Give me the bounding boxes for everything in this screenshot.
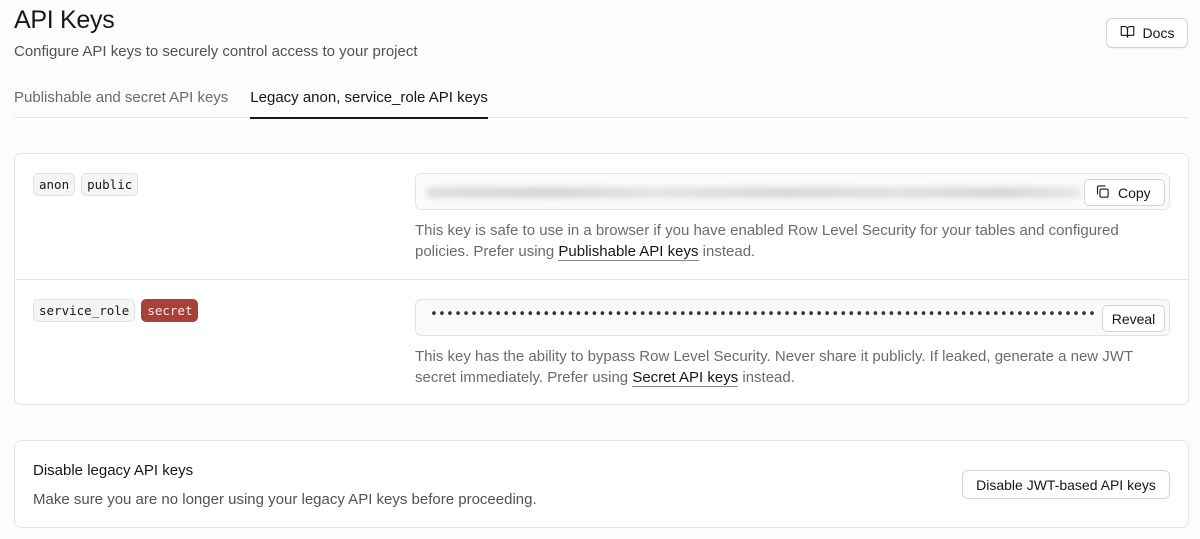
secret-api-keys-link[interactable]: Secret API keys bbox=[632, 369, 739, 387]
anon-key-value-blurred bbox=[426, 187, 1081, 198]
public-badge: public bbox=[81, 173, 139, 196]
anon-desc-suffix: instead. bbox=[698, 243, 756, 260]
page-title: API Keys bbox=[14, 6, 115, 34]
disable-jwt-keys-button[interactable]: Disable JWT-based API keys bbox=[962, 470, 1170, 499]
disable-legacy-keys-card: Disable legacy API keys Make sure you ar… bbox=[14, 440, 1189, 528]
disable-legacy-keys-title: Disable legacy API keys bbox=[33, 462, 194, 479]
page-header: API Keys Configure API keys to securely … bbox=[14, 0, 1188, 70]
tab-legacy-keys[interactable]: Legacy anon, service_role API keys bbox=[250, 70, 488, 119]
anon-key-row: anon public Copy This key is safe to use… bbox=[15, 154, 1188, 279]
copy-button-label: Copy bbox=[1118, 184, 1151, 201]
book-open-icon bbox=[1120, 24, 1135, 42]
anon-badge: anon bbox=[33, 173, 76, 196]
publishable-api-keys-link[interactable]: Publishable API keys bbox=[558, 243, 699, 261]
service-role-key-badges: service_role secret bbox=[33, 299, 199, 322]
docs-button-label: Docs bbox=[1142, 25, 1175, 41]
secret-badge: secret bbox=[141, 299, 199, 322]
reveal-service-role-key-button[interactable]: Reveal bbox=[1102, 305, 1165, 332]
service-role-key-field[interactable]: ••••••••••••••••••••••••••••••••••••••••… bbox=[415, 299, 1170, 336]
disable-legacy-keys-description: Make sure you are no longer using your l… bbox=[33, 491, 537, 508]
copy-icon bbox=[1095, 184, 1110, 202]
service-role-desc-suffix: instead. bbox=[738, 369, 795, 386]
copy-anon-key-button[interactable]: Copy bbox=[1084, 179, 1165, 206]
page-subtitle: Configure API keys to securely control a… bbox=[14, 43, 418, 60]
anon-key-description: This key is safe to use in a browser if … bbox=[415, 220, 1175, 262]
anon-key-field[interactable]: Copy bbox=[415, 173, 1170, 210]
anon-desc-text: This key is safe to use in a browser if … bbox=[415, 222, 1119, 260]
api-keys-page: API Keys Configure API keys to securely … bbox=[0, 0, 1200, 539]
api-keys-tabs: Publishable and secret API keys Legacy a… bbox=[14, 70, 1188, 119]
service-role-key-masked: ••••••••••••••••••••••••••••••••••••••••… bbox=[430, 307, 1095, 322]
anon-key-badges: anon public bbox=[33, 173, 139, 196]
service-role-badge: service_role bbox=[33, 299, 136, 322]
service-role-key-description: This key has the ability to bypass Row L… bbox=[415, 346, 1175, 388]
legacy-keys-card: anon public Copy This key is safe to use… bbox=[14, 153, 1189, 405]
docs-button[interactable]: Docs bbox=[1106, 18, 1188, 48]
service-role-key-row: service_role secret ••••••••••••••••••••… bbox=[15, 279, 1188, 405]
tab-publishable-secret-keys[interactable]: Publishable and secret API keys bbox=[14, 70, 228, 118]
